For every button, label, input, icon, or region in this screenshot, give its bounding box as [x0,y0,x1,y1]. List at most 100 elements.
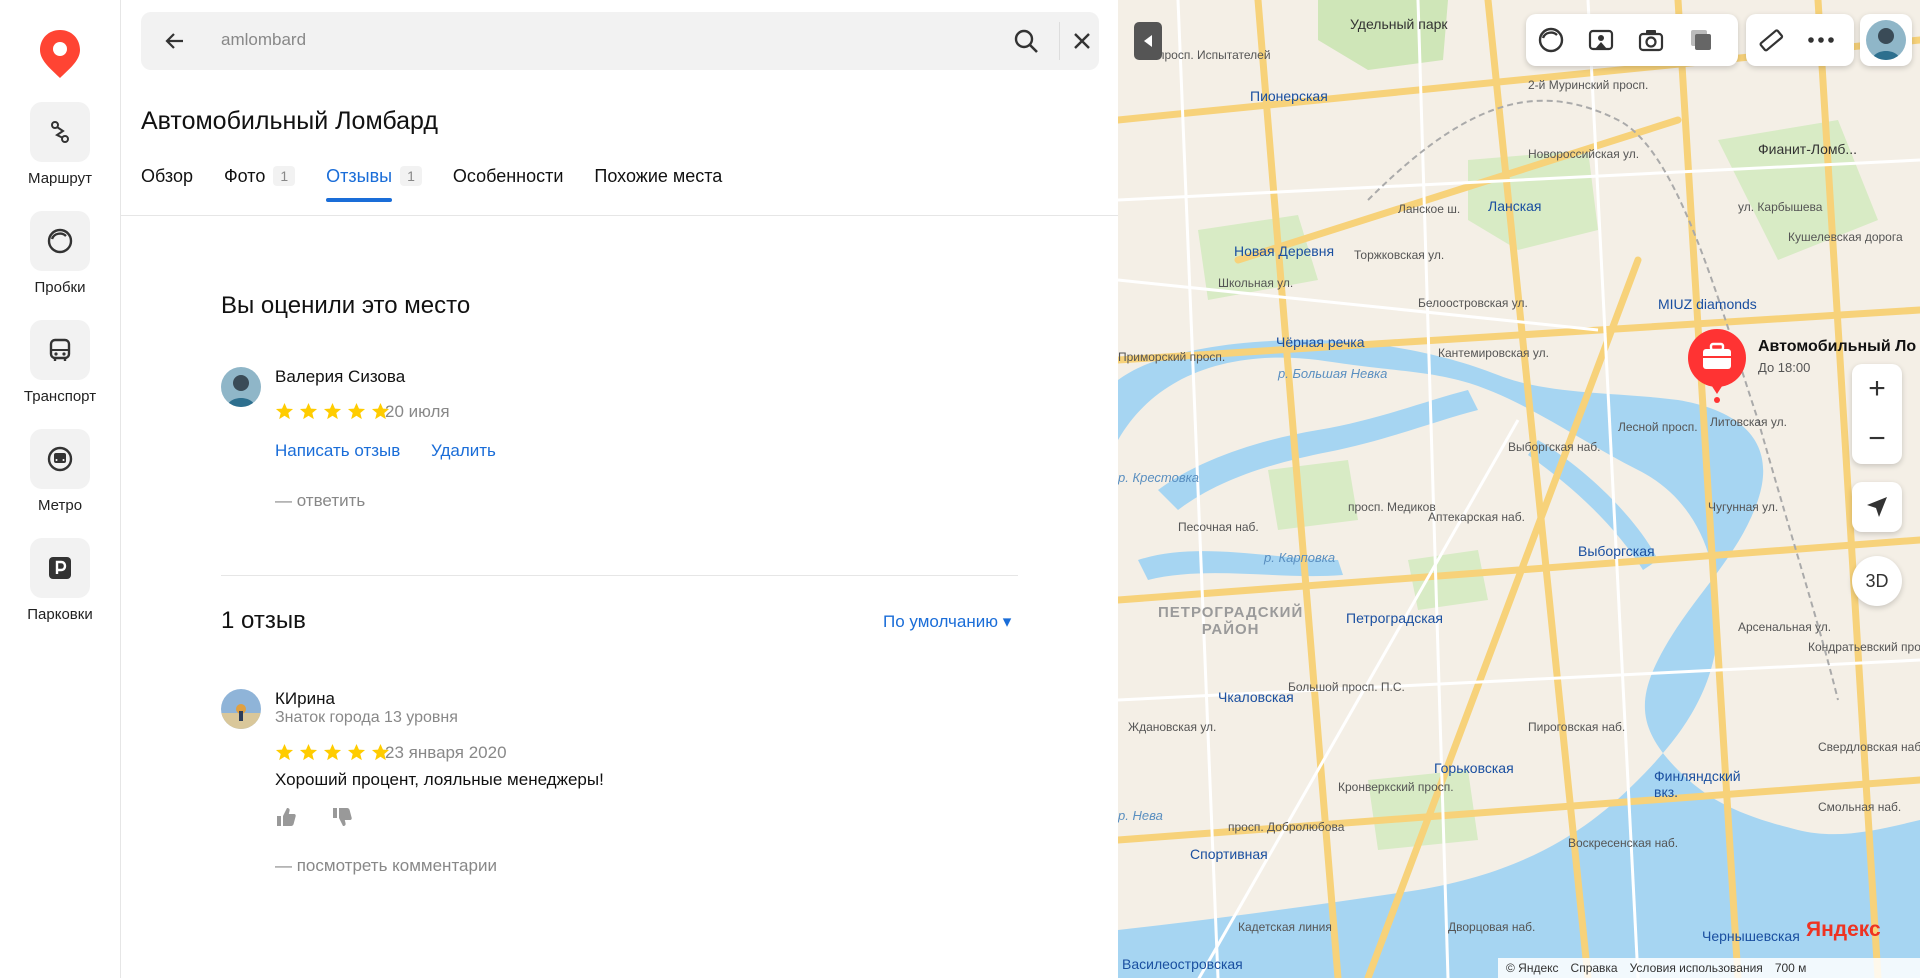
map-label-street: ул. Карбышева [1738,200,1823,214]
yandex-maps-logo[interactable] [38,28,82,78]
map-label-water: р. Крестовка [1118,470,1199,485]
star-icon [323,743,342,761]
map-label-metro: Василеостровская [1122,956,1243,972]
map-label-station: Финляндский вкз. [1654,768,1741,800]
ruler-icon [1759,29,1784,52]
place-panel: amlombard Автомобильный Ломбард Обзор Фо… [121,0,1239,978]
map-label-metro: Пионерская [1250,88,1328,104]
map[interactable]: Удельный парк просп. Испытателей Пионерс… [1118,0,1920,978]
map-label-metro: Спортивная [1190,846,1268,862]
yandex-brand-text: Яндекс [1806,918,1881,941]
locate-me-button[interactable] [1852,482,1902,532]
traffic-layer-button[interactable] [1526,14,1576,66]
map-label-street: Пироговская наб. [1528,720,1626,734]
map-label-poi: Фианит-Ломб... [1758,141,1858,157]
star-icon [275,743,294,761]
yandex-brand: Яндекс [1806,918,1881,942]
ruler-button[interactable] [1746,14,1796,66]
my-rating-heading: Вы оценили это место [221,292,471,319]
nav-parking[interactable]: Парковки [0,538,120,623]
thumbs-up-icon[interactable] [275,806,297,828]
tabs-divider [121,215,1118,216]
nav-traffic-label: Пробки [34,279,86,296]
map-label-metro: Петроградская [1346,610,1444,626]
nav-transport[interactable]: Транспорт [0,320,120,405]
tab-features-label: Особенности [452,165,564,186]
map-label-street: Смольная наб. [1818,800,1902,814]
pin-hours: До 18:00 [1758,360,1811,375]
section-divider [221,575,1018,576]
map-label-street: Арсенальная ул. [1738,620,1832,634]
review-author[interactable]: КИрина [275,689,335,709]
map-label-water: р. Карповка [1264,550,1336,565]
delete-rating-link[interactable]: Удалить [431,441,496,461]
route-icon [30,102,90,162]
thumbs-down-icon[interactable] [331,806,353,828]
map-label-street: Кондратьевский просп. [1808,640,1920,654]
tab-features[interactable]: Особенности [453,162,564,190]
tools-toolbar [1746,14,1854,66]
pin-title[interactable]: Автомобильный Ло [1758,338,1916,356]
star-icon [323,402,342,420]
star-icon [347,743,366,761]
map-label-street: Дворцовая наб. [1448,920,1536,934]
collapse-panel-button[interactable] [1134,22,1162,60]
avatar[interactable] [221,689,261,729]
map-label-water: р. Большая Невка [1278,366,1388,381]
map-label-poi: MIUZ diamonds [1658,296,1757,312]
map-label-street: Аптекарская наб. [1428,510,1525,524]
map-label-street: Воскресенская наб. [1568,836,1679,850]
map-label-street: Ждановская ул. [1128,720,1217,734]
star-icon [275,402,294,420]
layers-toolbar [1526,14,1738,66]
zoom-out-button[interactable]: − [1868,414,1886,464]
my-rating-user: Валерия Сизова [275,367,406,386]
profile-button[interactable] [1860,14,1912,66]
more-button[interactable] [1796,14,1846,66]
map-footer: © Яндекс Справка Условия использования 7… [1498,958,1920,978]
place-title: Автомобильный Ломбард [141,107,438,135]
search-divider [1059,22,1060,60]
map-label-park: Удельный парк [1350,16,1448,32]
tab-similar[interactable]: Похожие места [594,162,722,190]
map-label-street: Лесной просп. [1618,420,1698,434]
tab-photos[interactable]: Фото 1 [224,162,296,190]
search-bar[interactable]: amlombard [141,12,1099,70]
reply-link[interactable]: — ответить [275,491,365,511]
zoom-in-button[interactable]: + [1868,364,1886,414]
nav-route[interactable]: Маршрут [0,102,120,187]
nav-traffic[interactable]: Пробки [0,211,120,296]
sort-dropdown[interactable]: По умолчанию ▾ [883,612,1011,632]
map-label-street: Чугунная ул. [1708,500,1779,514]
search-input[interactable]: amlombard [221,30,306,50]
view-3d-button[interactable]: 3D [1852,556,1902,606]
panorama-button[interactable] [1576,14,1626,66]
close-icon[interactable] [1071,30,1093,52]
avatar[interactable] [221,367,261,407]
map-label-street: Свердловская наб. [1818,740,1920,754]
place-pin[interactable] [1686,328,1748,408]
nav-route-label: Маршрут [28,170,92,187]
tab-reviews[interactable]: Отзывы 1 [326,162,422,202]
help-link[interactable]: Справка [1571,961,1618,975]
terms-link[interactable]: Условия использования [1630,961,1763,975]
traffic-icon [30,211,90,271]
write-review-link[interactable]: Написать отзыв [275,441,400,461]
view-comments-link[interactable]: — посмотреть комментарии [275,856,497,876]
back-arrow-icon[interactable] [163,29,187,53]
tab-overview[interactable]: Обзор [141,162,193,190]
map-label-street: Кантемировская ул. [1438,346,1549,360]
reviews-heading: 1 отзыв [221,607,306,634]
map-label-street: Новороссийская ул. [1528,147,1640,161]
map-label-street: просп. Добролюбова [1228,820,1345,834]
copyright-text[interactable]: © Яндекс [1506,961,1559,975]
map-label-street: Выборгская наб. [1508,440,1601,454]
map-label-metro: Ланская [1488,198,1542,214]
star-icon [347,402,366,420]
photos-layer-button[interactable] [1626,14,1676,66]
review-author-level: Знаток города 13 уровня [275,709,458,726]
search-icon[interactable] [1013,28,1039,54]
nav-metro[interactable]: Метро [0,429,120,514]
map-layers-button[interactable] [1676,14,1726,66]
map-label-street: Кадетская линия [1238,920,1332,934]
